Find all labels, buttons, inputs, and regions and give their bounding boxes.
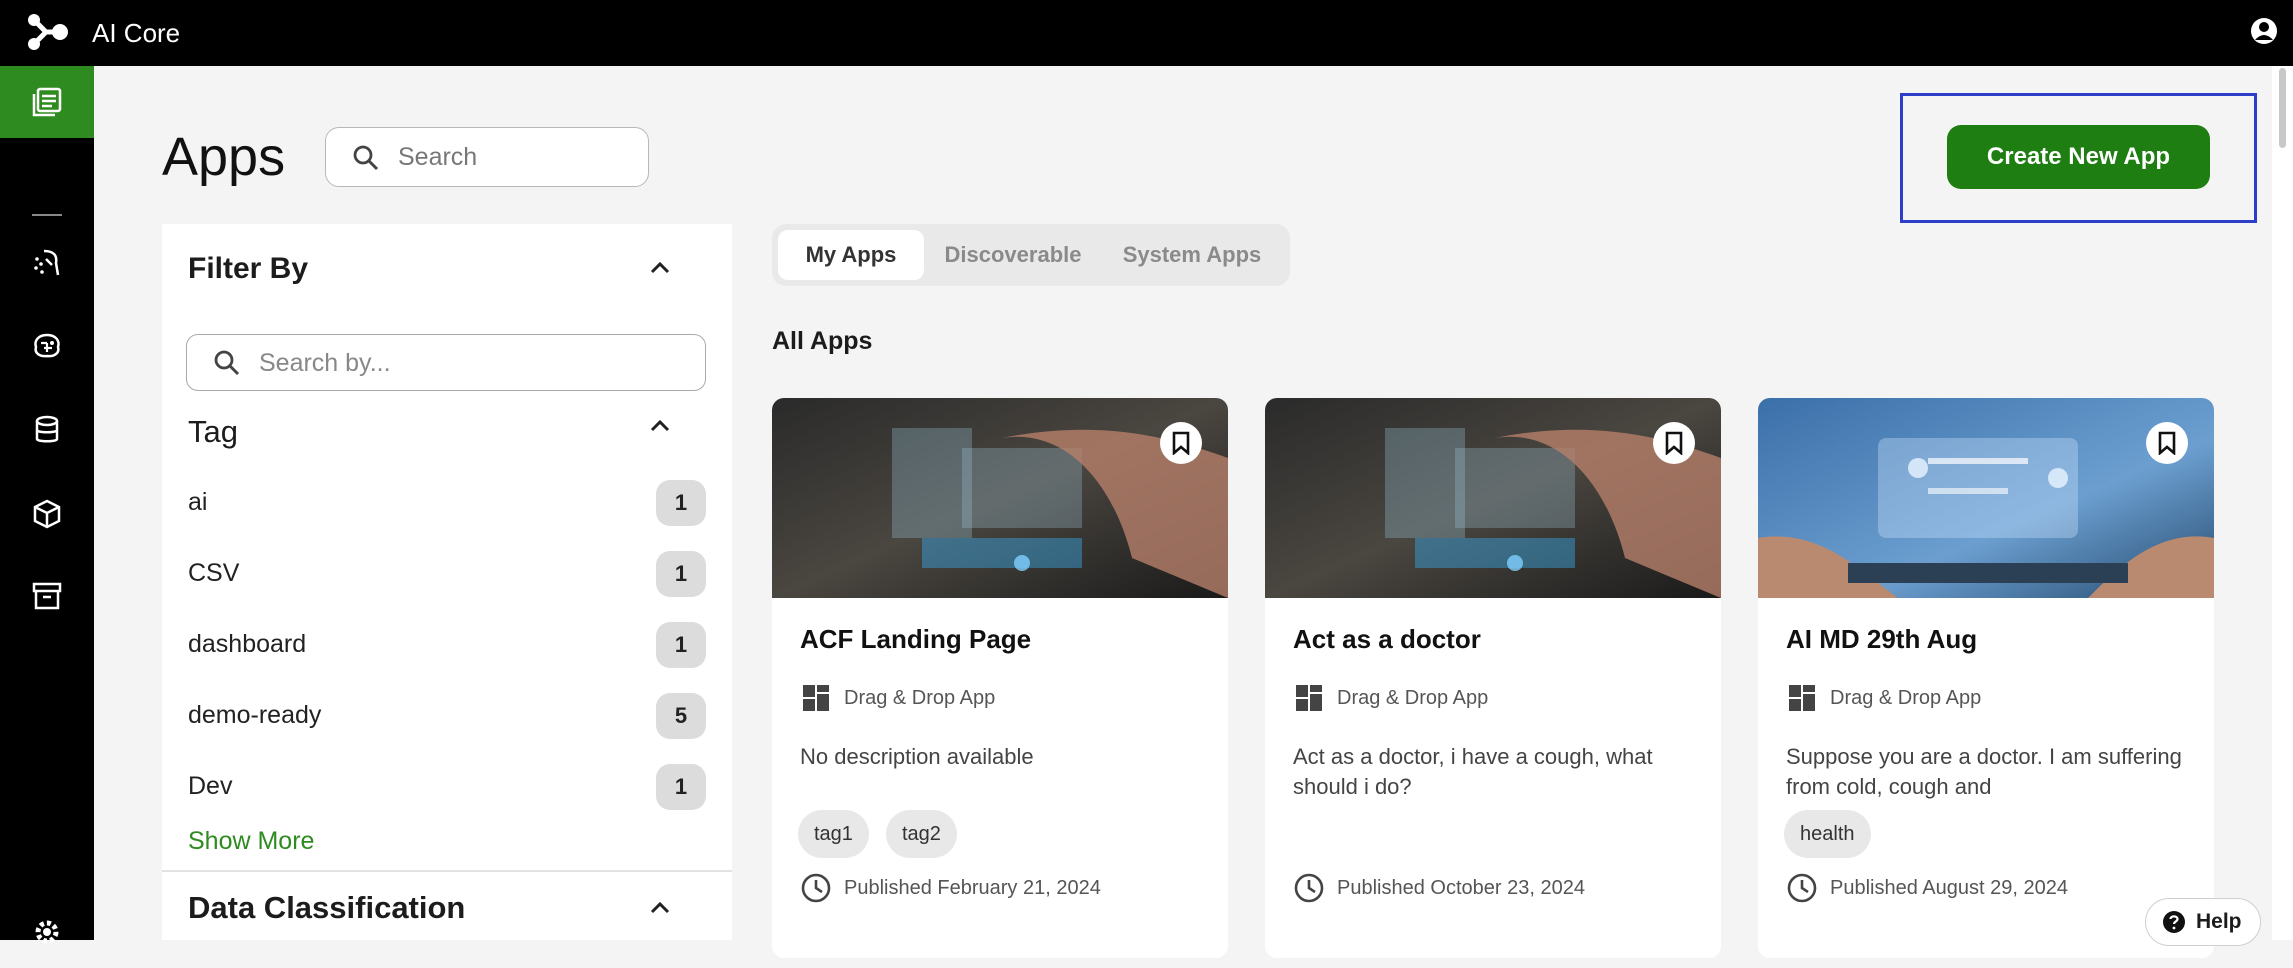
page-title: Apps — [162, 127, 286, 187]
database-icon — [35, 415, 59, 443]
tag-section-title: Tag — [188, 414, 238, 449]
published-date: Published August 29, 2024 — [1830, 877, 2068, 899]
app-title: ACF Landing Page — [800, 624, 1032, 654]
clock-icon — [1787, 873, 1817, 903]
grid-icon — [803, 685, 829, 711]
tab-my-apps[interactable]: My Apps — [778, 230, 924, 280]
apps-icon — [32, 87, 62, 117]
tag-count: 5 — [656, 693, 706, 739]
divider — [162, 870, 732, 872]
settings-icon — [35, 920, 59, 944]
app-description: Act as a doctor, i have a cough, what sh… — [1293, 744, 1653, 799]
bookmark-button[interactable] — [2146, 422, 2188, 464]
app-description: No description available — [800, 744, 1034, 769]
tag-chip[interactable]: health — [1784, 810, 1871, 858]
app-title: Act as a doctor — [1293, 624, 1481, 654]
tag-filter-row[interactable]: dashboard 1 — [188, 622, 708, 668]
tag-name: CSV — [188, 559, 240, 587]
chevron-up-icon[interactable] — [648, 418, 672, 434]
nav-settings[interactable] — [0, 896, 94, 968]
tag-count: 1 — [656, 764, 706, 810]
tag-name: Dev — [188, 772, 233, 800]
published-date: Published February 21, 2024 — [844, 877, 1101, 899]
nav-archive[interactable] — [0, 560, 94, 632]
tag-filter-row[interactable]: ai 1 — [188, 480, 708, 526]
tag-name: demo-ready — [188, 701, 322, 729]
search-input[interactable] — [398, 140, 628, 174]
app-type: Drag & Drop App — [1337, 687, 1489, 709]
nav-models[interactable] — [0, 310, 94, 382]
storage-icon — [33, 499, 61, 529]
app-tabs: My Apps Discoverable System Apps — [772, 224, 1290, 286]
help-label: Help — [2196, 910, 2242, 933]
grid-icon — [1789, 685, 1815, 711]
bookmark-icon — [1172, 431, 1190, 455]
app-card[interactable]: AI MD 29th Aug Drag & Drop App Suppose y… — [1758, 398, 2214, 958]
help-button[interactable]: Help — [2145, 898, 2261, 946]
scrollbar[interactable] — [2272, 66, 2293, 940]
app-title: AI Core — [92, 18, 181, 48]
published-date: Published October 23, 2024 — [1337, 877, 1585, 899]
logo-icon[interactable] — [26, 12, 70, 52]
bookmark-icon — [1665, 431, 1683, 455]
app-thumbnail — [772, 398, 1228, 598]
create-new-app-button[interactable]: Create New App — [1947, 125, 2210, 189]
app-type: Drag & Drop App — [1830, 687, 1982, 709]
app-type: Drag & Drop App — [844, 687, 996, 709]
tag-chip[interactable]: tag2 — [886, 810, 957, 858]
app-thumbnail — [1265, 398, 1721, 598]
top-bar: AI Core — [0, 0, 2293, 66]
tag-filter-row[interactable]: Dev 1 — [188, 764, 708, 810]
nav-apps[interactable] — [0, 66, 94, 138]
archive-icon — [32, 582, 62, 610]
filter-search-input[interactable] — [259, 346, 679, 380]
app-search[interactable] — [325, 127, 649, 187]
tag-filter-row[interactable]: demo-ready 5 — [188, 693, 708, 739]
tag-name: ai — [188, 488, 208, 516]
data-classification-title: Data Classification — [188, 890, 466, 925]
tab-system-apps[interactable]: System Apps — [1102, 230, 1282, 280]
scrollbar-thumb[interactable] — [2279, 68, 2286, 148]
app-card[interactable]: Act as a doctor Drag & Drop App Act as a… — [1265, 398, 1721, 958]
grid-icon — [1296, 685, 1322, 711]
app-card[interactable]: ACF Landing Page Drag & Drop App No desc… — [772, 398, 1228, 958]
show-more-link[interactable]: Show More — [188, 827, 314, 856]
side-navigation — [0, 66, 94, 944]
filter-panel: Filter By Tag ai 1 CSV 1 dashboard 1 — [162, 224, 732, 940]
user-icon[interactable] — [2249, 16, 2279, 46]
tag-count: 1 — [656, 551, 706, 597]
bookmark-button[interactable] — [1653, 422, 1695, 464]
nav-databases[interactable] — [0, 394, 94, 466]
nav-prompt[interactable] — [0, 226, 94, 298]
prompt-icon — [34, 249, 60, 276]
clock-icon — [1294, 873, 1324, 903]
chevron-up-icon[interactable] — [648, 900, 672, 916]
nav-divider — [32, 214, 62, 216]
search-icon — [214, 350, 240, 376]
clock-icon — [801, 873, 831, 903]
filter-title: Filter By — [188, 252, 309, 285]
section-title: All Apps — [772, 327, 873, 355]
filter-search[interactable] — [186, 334, 706, 391]
bookmark-button[interactable] — [1160, 422, 1202, 464]
tab-discoverable[interactable]: Discoverable — [930, 230, 1096, 280]
tag-filter-row[interactable]: CSV 1 — [188, 551, 708, 597]
help-icon — [2163, 911, 2185, 933]
tag-count: 1 — [656, 480, 706, 526]
tag-count: 1 — [656, 622, 706, 668]
app-title: AI MD 29th Aug — [1786, 624, 1978, 654]
app-description: Suppose you are a doctor. I am suffering… — [1786, 744, 2182, 799]
app-thumbnail — [1758, 398, 2214, 598]
bookmark-icon — [2158, 431, 2176, 455]
tag-chip[interactable]: tag1 — [798, 810, 869, 858]
chevron-up-icon[interactable] — [648, 260, 672, 276]
model-icon — [34, 333, 60, 358]
search-icon — [353, 145, 379, 171]
nav-storage[interactable] — [0, 478, 94, 550]
main-content: Apps Create New App Filter By Tag ai 1 — [94, 66, 2272, 958]
tag-name: dashboard — [188, 630, 307, 658]
